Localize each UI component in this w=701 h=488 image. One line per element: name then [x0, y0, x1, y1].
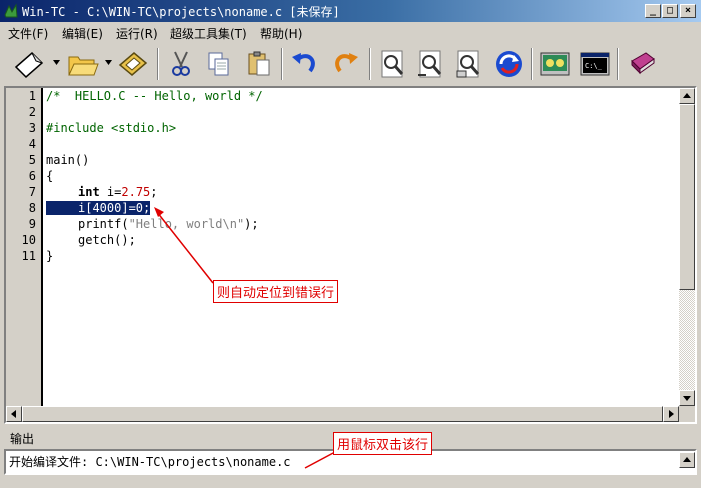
- annotation-arrowhead: [154, 207, 164, 217]
- annotation-arrow-error-line: [156, 211, 214, 284]
- annotation-double-click-note: 用鼠标双击该行: [333, 432, 433, 455]
- annotation-arrows: [154, 207, 336, 469]
- annotation-arrow-output-line: [304, 451, 336, 469]
- annotation-error-line-note: 则自动定位到错误行: [213, 280, 339, 303]
